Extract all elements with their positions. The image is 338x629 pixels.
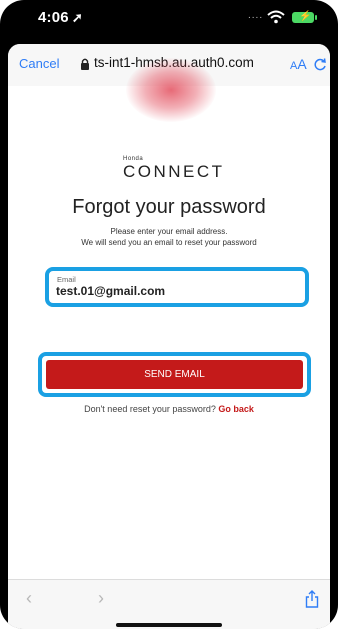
phone-screen: 4:06➚ .... ⚡ Cancel ts-int1-hmsb.au.auth… xyxy=(0,0,338,629)
back-arrow-icon[interactable]: ‹ xyxy=(26,588,32,609)
go-back-link[interactable]: Go back xyxy=(218,404,254,414)
status-bar: 4:06 ➚ .... ⚡ xyxy=(0,0,338,36)
text-size-button[interactable]: AA xyxy=(290,56,307,72)
connect-logo: CONNECT xyxy=(123,162,225,181)
cellular-signal-icon: .... xyxy=(248,10,264,21)
back-prompt-text: Don't need reset your password? xyxy=(84,404,216,414)
send-email-highlight: SEND EMAIL xyxy=(38,352,311,397)
email-input[interactable] xyxy=(56,284,296,298)
send-email-button[interactable]: SEND EMAIL xyxy=(46,360,303,389)
page-title: Forgot your password xyxy=(72,196,266,218)
cancel-button[interactable]: Cancel xyxy=(19,56,59,71)
email-label: Email xyxy=(57,275,76,284)
aa-big: A xyxy=(297,56,307,72)
wifi-icon xyxy=(267,10,285,24)
lock-icon xyxy=(81,58,89,70)
instructions-line-2: We will send you an email to reset your … xyxy=(81,238,257,247)
forward-arrow-icon[interactable]: › xyxy=(98,588,104,609)
share-icon[interactable] xyxy=(305,590,319,608)
back-prompt: Don't need reset your password? Go back xyxy=(8,404,330,414)
charging-icon: ⚡ xyxy=(299,11,312,22)
decorative-glow xyxy=(126,58,216,122)
browser-sheet: Cancel ts-int1-hmsb.au.auth0.com AA Hond… xyxy=(8,44,330,629)
bottom-toolbar: ‹ › xyxy=(8,579,330,629)
location-arrow-icon: ➚ xyxy=(71,10,83,25)
page-content: Honda CONNECT Forgot your password Pleas… xyxy=(8,58,330,579)
battery-icon: ⚡ xyxy=(292,11,317,23)
instructions-line-1: Please enter your email address. xyxy=(110,227,228,236)
reload-icon[interactable] xyxy=(313,57,327,71)
clock: 4:06 ➚ xyxy=(38,9,83,26)
email-field[interactable]: Email xyxy=(45,267,309,307)
home-indicator xyxy=(116,623,222,627)
time-text: 4:06 xyxy=(38,9,69,26)
instructions: Please enter your email address. We will… xyxy=(8,226,330,248)
